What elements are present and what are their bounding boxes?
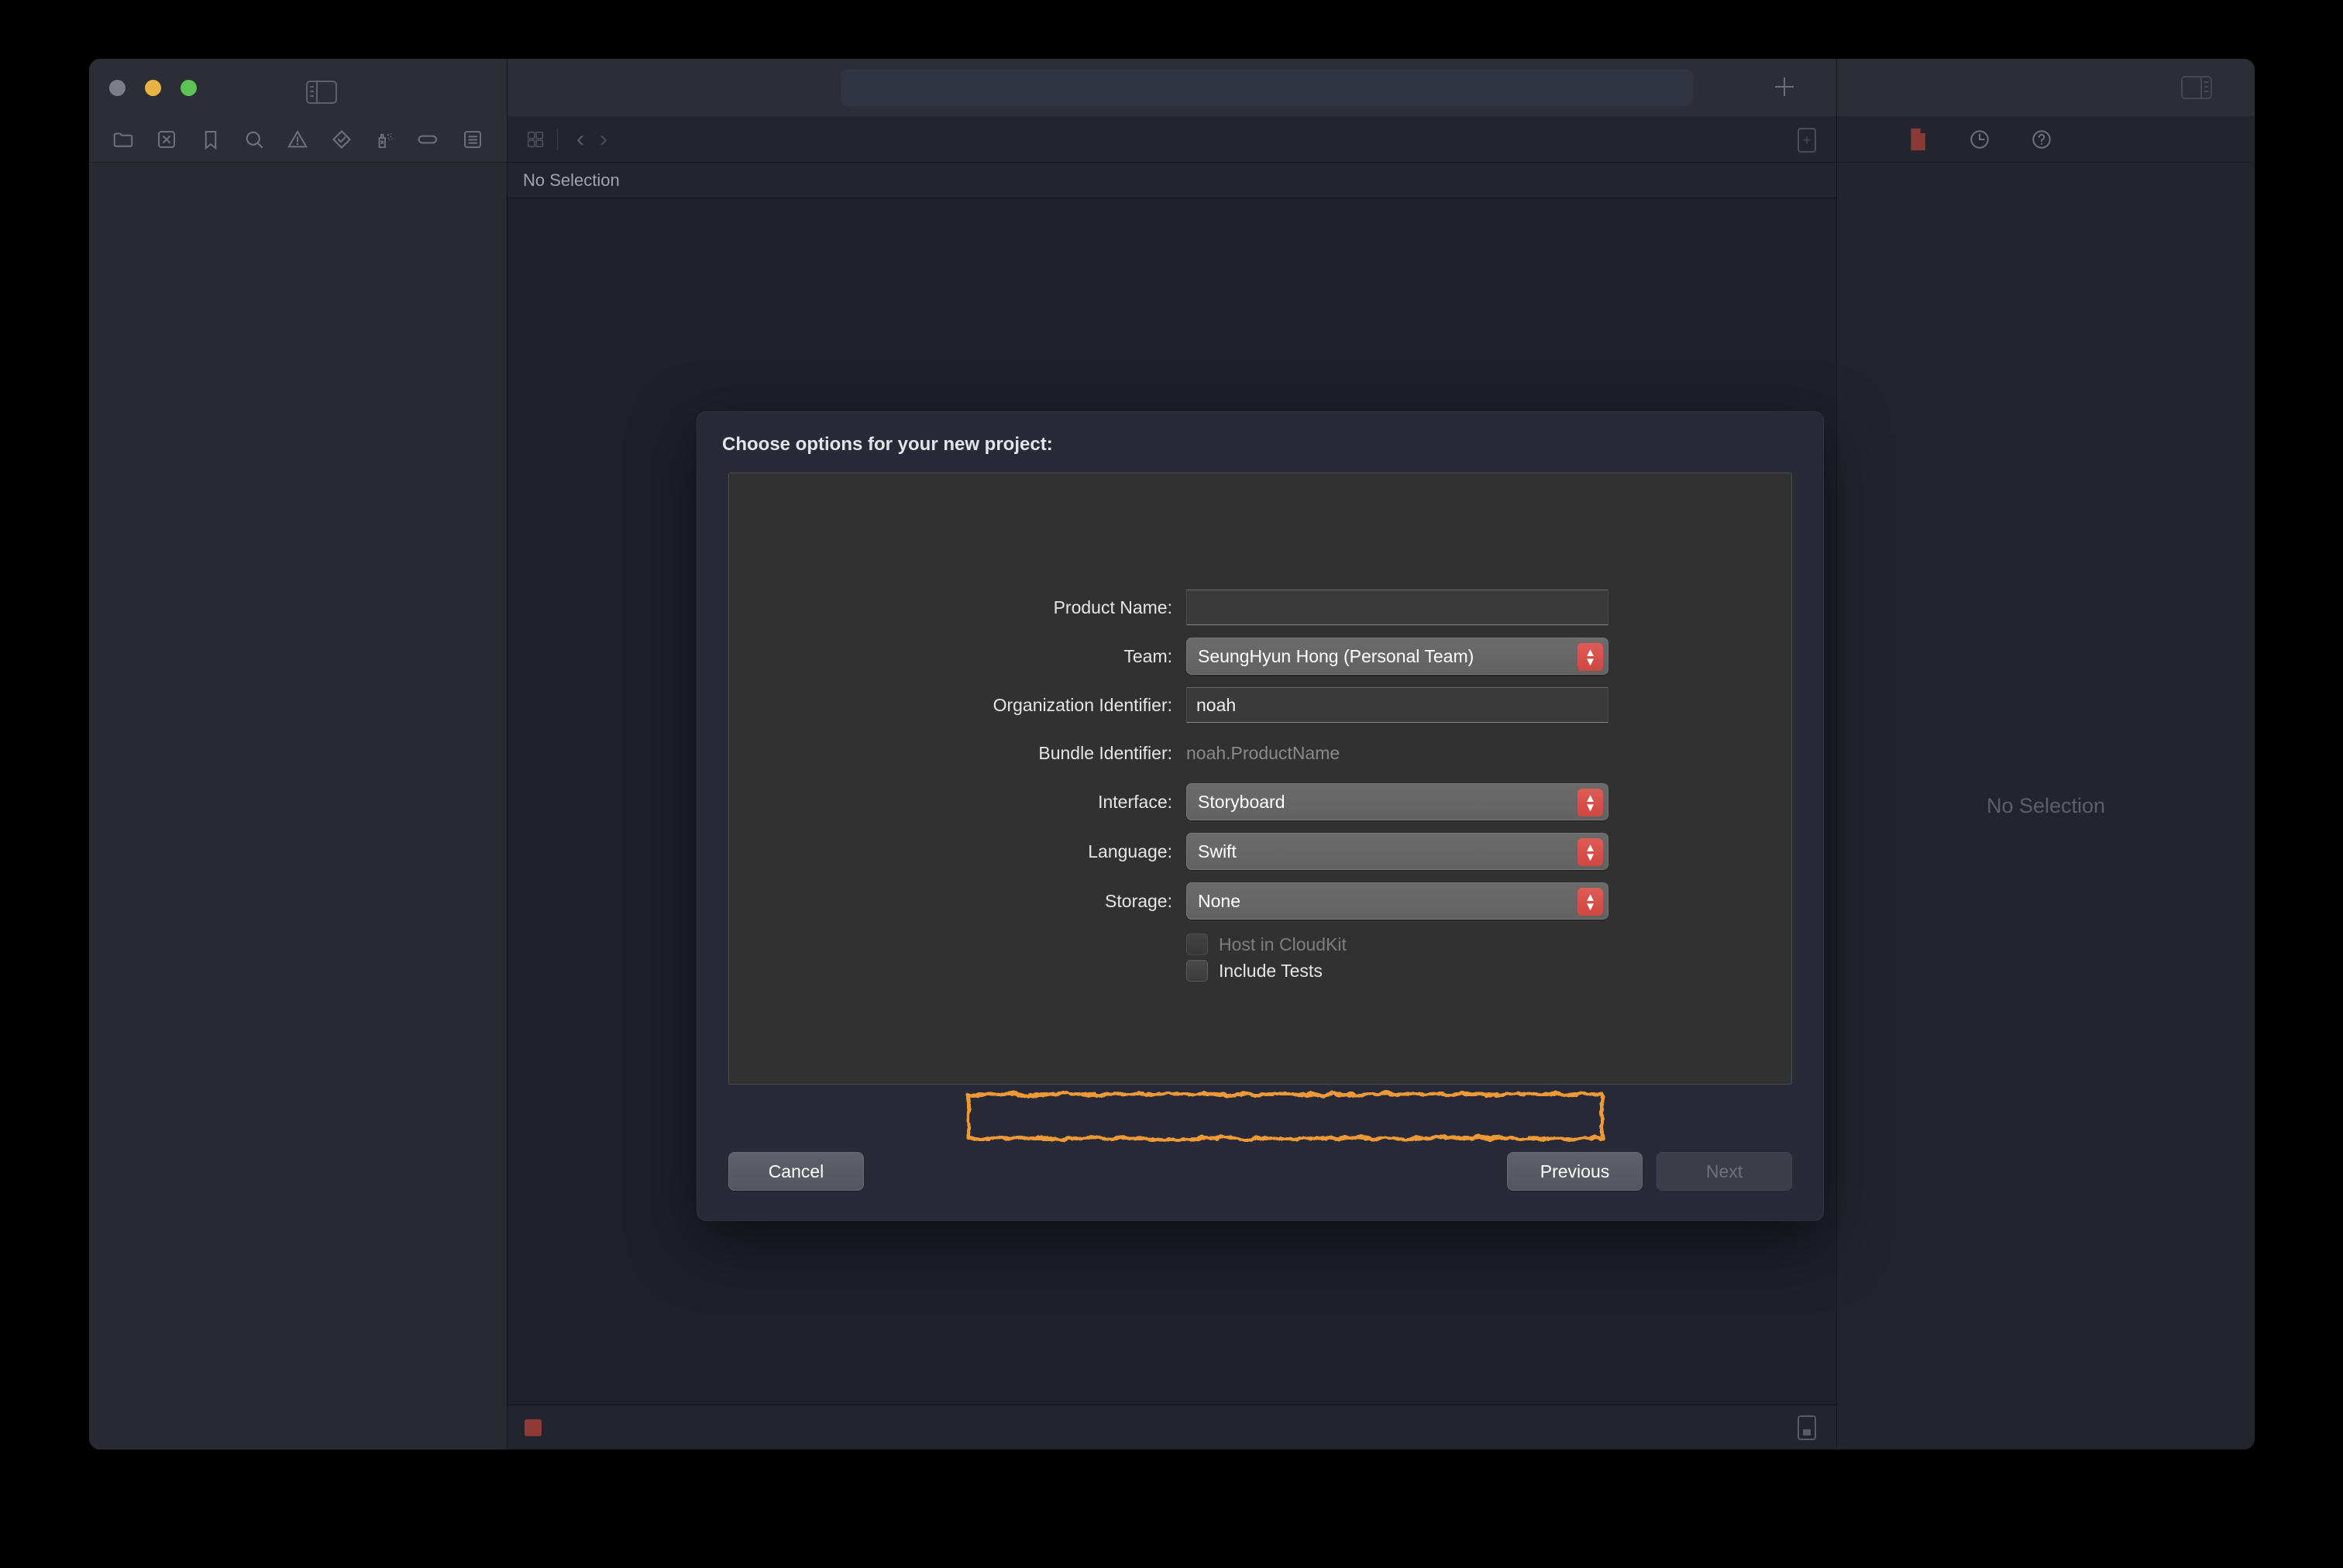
storage-popup-button[interactable]: None ▲ ▼ bbox=[1186, 882, 1608, 920]
title-bar bbox=[89, 59, 2255, 116]
options-panel: Product Name: Team: SeungHyun Hong (Pers… bbox=[728, 473, 1792, 1085]
inspector-icon-bar bbox=[1837, 116, 2255, 163]
cancel-button[interactable]: Cancel bbox=[728, 1152, 864, 1191]
language-label: Language: bbox=[1088, 841, 1172, 861]
bundle-identifier-value-container: noah.ProductName bbox=[1186, 735, 1608, 771]
warning-triangle-icon[interactable] bbox=[284, 126, 311, 153]
interface-value: Storyboard bbox=[1198, 791, 1285, 812]
storage-stepper-icon[interactable]: ▲ ▼ bbox=[1577, 888, 1603, 916]
field-row-team: Team: SeungHyun Hong (Personal Team) ▲ ▼ bbox=[729, 638, 1791, 675]
navigate-forward-icon[interactable]: › bbox=[592, 127, 615, 151]
inspector-panel: No Selection bbox=[1836, 116, 2255, 1449]
maximize-window-button[interactable] bbox=[181, 80, 197, 96]
team-popup-button[interactable]: SeungHyun Hong (Personal Team) ▲ ▼ bbox=[1186, 638, 1608, 675]
debug-spray-icon[interactable] bbox=[372, 126, 398, 153]
navigator-icon-bar bbox=[89, 116, 507, 163]
question-help-icon[interactable] bbox=[2029, 127, 2054, 152]
language-popup-button[interactable]: Swift ▲ ▼ bbox=[1186, 833, 1608, 870]
folder-icon[interactable] bbox=[110, 126, 136, 153]
title-bar-left-section bbox=[89, 59, 559, 116]
diamond-check-icon[interactable] bbox=[329, 126, 355, 153]
debug-area-toggle-icon[interactable] bbox=[1798, 1415, 1816, 1440]
host-in-cloudkit-checkbox[interactable] bbox=[1186, 934, 1208, 955]
add-editor-icon[interactable]: + bbox=[1798, 128, 1816, 153]
bundle-identifier-label: Bundle Identifier: bbox=[1038, 742, 1172, 763]
activity-status-view bbox=[841, 69, 1693, 106]
title-bar-right-section bbox=[1836, 59, 2255, 116]
breadcrumb: No Selection bbox=[523, 170, 620, 190]
report-list-icon[interactable] bbox=[459, 126, 486, 153]
title-bar-center-section bbox=[507, 59, 1836, 116]
minimize-window-button[interactable] bbox=[145, 80, 161, 96]
inspector-toggle-icon[interactable] bbox=[2181, 76, 2212, 99]
inspector-empty-label: No Selection bbox=[1986, 794, 2106, 817]
next-button: Next bbox=[1657, 1152, 1792, 1191]
language-value: Swift bbox=[1198, 841, 1237, 861]
tag-icon[interactable] bbox=[415, 126, 442, 153]
bundle-identifier-value: noah.ProductName bbox=[1186, 742, 1340, 763]
product-name-input[interactable] bbox=[1186, 590, 1608, 625]
jump-bar: No Selection bbox=[507, 163, 1836, 198]
status-bar bbox=[507, 1405, 1836, 1449]
previous-button[interactable]: Previous bbox=[1507, 1152, 1643, 1191]
navigator-content-area[interactable] bbox=[89, 163, 507, 1449]
field-row-bundle-identifier: Bundle Identifier: noah.ProductName bbox=[729, 735, 1791, 771]
include-tests-label: Include Tests bbox=[1219, 960, 1323, 981]
navigator-panel bbox=[89, 116, 507, 1449]
clock-history-icon[interactable] bbox=[1967, 127, 1992, 152]
options-form: Product Name: Team: SeungHyun Hong (Pers… bbox=[729, 590, 1791, 982]
toolbar-divider bbox=[557, 129, 558, 150]
navigate-back-icon[interactable]: ‹ bbox=[569, 127, 592, 151]
traffic-light-controls bbox=[109, 80, 197, 96]
editor-toolbar: ‹ › + bbox=[507, 116, 1836, 163]
bookmark-icon[interactable] bbox=[198, 126, 224, 153]
field-row-language: Language: Swift ▲ ▼ bbox=[729, 833, 1791, 870]
organization-identifier-label: Organization Identifier: bbox=[993, 694, 1172, 715]
inspector-content-area: No Selection bbox=[1837, 163, 2255, 1449]
language-stepper-icon[interactable]: ▲ ▼ bbox=[1577, 838, 1603, 866]
interface-label: Interface: bbox=[1098, 791, 1172, 812]
add-icon[interactable] bbox=[1775, 77, 1794, 96]
interface-stepper-icon[interactable]: ▲ ▼ bbox=[1577, 789, 1603, 817]
source-control-icon[interactable] bbox=[153, 126, 180, 153]
storage-label: Storage: bbox=[1105, 890, 1172, 911]
field-row-product-name: Product Name: bbox=[729, 590, 1791, 625]
organization-identifier-value: noah bbox=[1196, 694, 1237, 715]
build-status-marker-icon[interactable] bbox=[525, 1419, 542, 1436]
organization-identifier-input[interactable]: noah bbox=[1186, 687, 1608, 723]
checkbox-row-host-in-cloudkit[interactable]: Host in CloudKit bbox=[1186, 934, 1791, 955]
host-in-cloudkit-label: Host in CloudKit bbox=[1219, 934, 1347, 954]
field-row-storage: Storage: None ▲ ▼ bbox=[729, 882, 1791, 920]
bundle-identifier-highlight-annotation bbox=[967, 1092, 1604, 1140]
checkbox-row-include-tests[interactable]: Include Tests bbox=[1186, 960, 1791, 982]
close-window-button[interactable] bbox=[109, 80, 126, 96]
team-stepper-icon[interactable]: ▲ ▼ bbox=[1577, 643, 1603, 671]
sidebar-toggle-icon[interactable] bbox=[306, 81, 337, 104]
sheet-button-bar: Cancel Previous Next bbox=[728, 1152, 1792, 1191]
field-row-organization-identifier: Organization Identifier: noah bbox=[729, 687, 1791, 723]
new-project-options-sheet: Choose options for your new project: Pro… bbox=[697, 411, 1824, 1221]
include-tests-checkbox[interactable] bbox=[1186, 960, 1208, 982]
search-icon[interactable] bbox=[241, 126, 267, 153]
editor-options-grid-icon[interactable] bbox=[525, 129, 546, 150]
sheet-title: Choose options for your new project: bbox=[722, 434, 1053, 455]
xcode-window: ‹ › + No Selection No Selection Choose o… bbox=[89, 59, 2255, 1449]
product-name-label: Product Name: bbox=[1053, 597, 1172, 617]
field-row-interface: Interface: Storyboard ▲ ▼ bbox=[729, 783, 1791, 820]
file-document-icon[interactable] bbox=[1905, 127, 1930, 152]
team-label: Team: bbox=[1123, 645, 1172, 666]
team-value: SeungHyun Hong (Personal Team) bbox=[1198, 645, 1474, 666]
interface-popup-button[interactable]: Storyboard ▲ ▼ bbox=[1186, 783, 1608, 820]
storage-value: None bbox=[1198, 890, 1240, 911]
